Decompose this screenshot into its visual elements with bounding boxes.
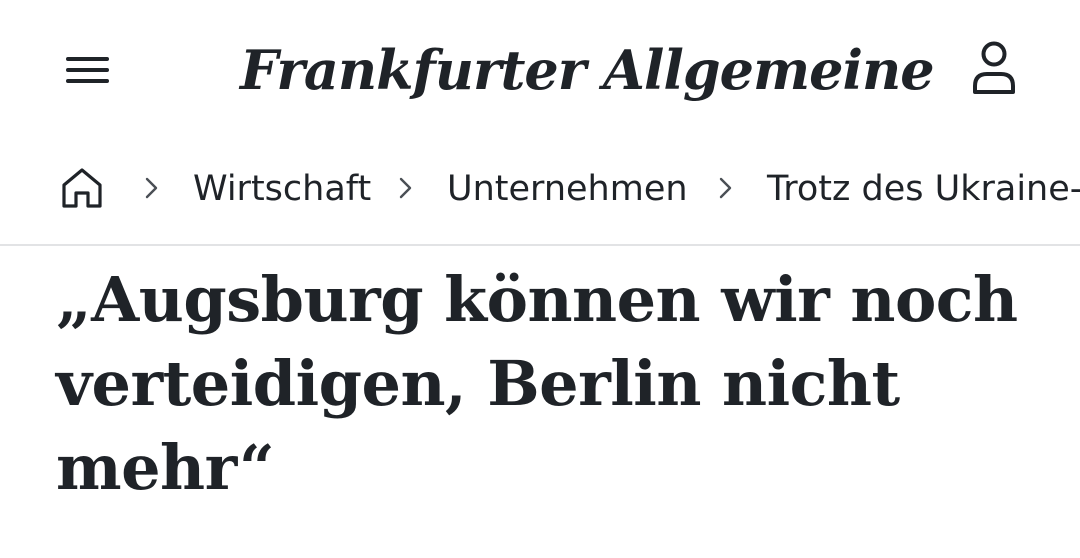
home-icon [62, 168, 102, 208]
user-account-button[interactable] [966, 38, 1022, 100]
menu-icon-line [66, 57, 109, 61]
menu-icon-line [66, 68, 109, 72]
breadcrumb-item-wirtschaft[interactable]: Wirtschaft [193, 166, 371, 212]
breadcrumb-item-current-article[interactable]: Trotz des Ukraine- [767, 166, 1080, 212]
chevron-right-icon [719, 177, 732, 199]
user-icon [973, 41, 1015, 94]
menu-icon-line [66, 79, 109, 83]
hamburger-menu-button[interactable] [60, 50, 114, 90]
site-header: Frankfurter Allgemeine [0, 0, 1080, 140]
breadcrumb-home-link[interactable] [58, 164, 106, 212]
article-headline: „Augsburg können wir noch verteidigen, B… [56, 263, 1018, 504]
breadcrumb-item-unternehmen[interactable]: Unternehmen [447, 166, 688, 212]
header-divider [0, 244, 1080, 246]
chevron-right-icon [399, 177, 412, 199]
breadcrumb: Wirtschaft Unternehmen Trotz des Ukraine… [0, 150, 1080, 232]
site-logo[interactable]: Frankfurter Allgemeine [240, 30, 935, 110]
chevron-right-icon [145, 177, 158, 199]
